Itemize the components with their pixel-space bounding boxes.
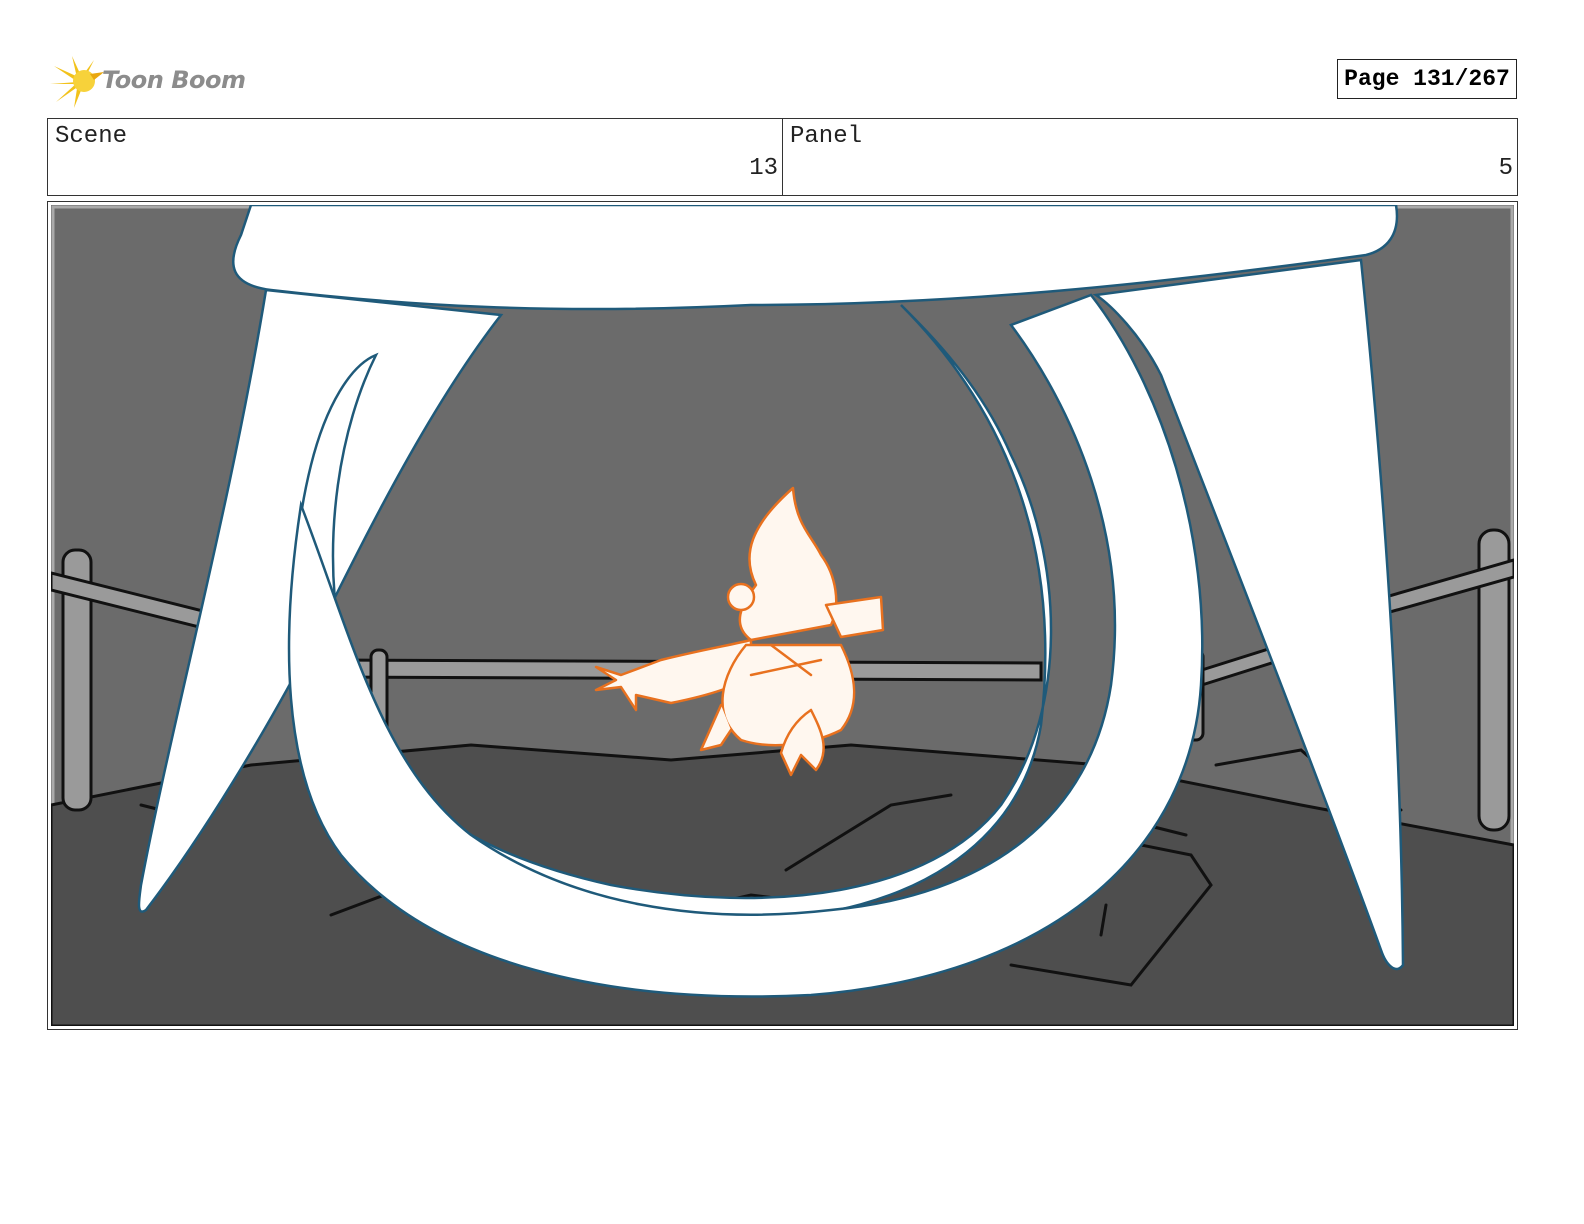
toon-boom-burst-icon — [50, 56, 104, 108]
scene-cell: Scene 13 — [48, 119, 783, 195]
scene-label: Scene — [55, 123, 128, 150]
scene-panel-table: Scene 13 Panel 5 — [47, 118, 1518, 196]
panel-cell: Panel 5 — [783, 119, 1517, 195]
page-number: Page 131/267 — [1337, 59, 1517, 99]
panel-label: Panel — [790, 123, 863, 150]
storyboard-panel — [47, 201, 1518, 1030]
toon-boom-logo: Toon Boom — [50, 54, 250, 110]
panel-value: 5 — [1498, 155, 1513, 182]
scene-value: 13 — [749, 155, 778, 182]
logo-text: Toon Boom — [102, 66, 246, 94]
storyboard-drawing — [51, 205, 1514, 1026]
